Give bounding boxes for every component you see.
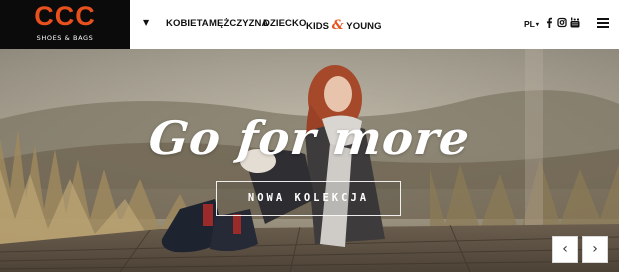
- menu-bar: [597, 22, 609, 24]
- site-header: CCC SHOES & BAGS ▼ KOBIETA MĘŻCZYZNA DZI…: [0, 0, 619, 49]
- nav-young-label: YOUNG: [346, 21, 382, 32]
- hero-banner[interactable]: Go for more NOWA KOLEKCJA ‹ ›: [0, 49, 619, 272]
- nav-item-mezczyzna[interactable]: MĘŻCZYZNA: [209, 18, 268, 29]
- language-selector[interactable]: PL▾: [524, 19, 539, 29]
- instagram-icon[interactable]: [557, 17, 567, 28]
- chevron-down-icon: ▾: [535, 22, 539, 28]
- nav-item-kobieta[interactable]: KOBIETA: [166, 18, 209, 29]
- logo-text: CCC: [34, 1, 96, 31]
- menu-bar: [597, 18, 609, 20]
- language-code: PL: [524, 19, 535, 29]
- nav-kids-label: KIDS: [306, 21, 330, 32]
- hamburger-menu-icon[interactable]: [597, 18, 609, 29]
- chevron-left-icon: ‹: [562, 241, 568, 257]
- new-collection-button[interactable]: NOWA KOLEKCJA: [216, 181, 401, 216]
- dropdown-arrow-icon[interactable]: ▼: [143, 18, 149, 27]
- ccc-logo[interactable]: CCC SHOES & BAGS: [0, 0, 130, 49]
- carousel-next-button[interactable]: ›: [582, 236, 608, 263]
- logo-subtext: SHOES & BAGS: [36, 34, 94, 42]
- carousel-prev-button[interactable]: ‹: [552, 236, 578, 263]
- menu-bar: [597, 26, 609, 28]
- facebook-icon[interactable]: [544, 17, 554, 28]
- nav-item-kids-young[interactable]: KIDS & YOUNG: [306, 18, 382, 33]
- youtube-icon[interactable]: [570, 17, 580, 28]
- nav-kids-ampersand: &: [331, 18, 344, 33]
- hero-headline: Go for more: [146, 111, 473, 165]
- nav-item-dziecko[interactable]: DZIECKO: [263, 18, 306, 29]
- chevron-right-icon: ›: [592, 241, 598, 257]
